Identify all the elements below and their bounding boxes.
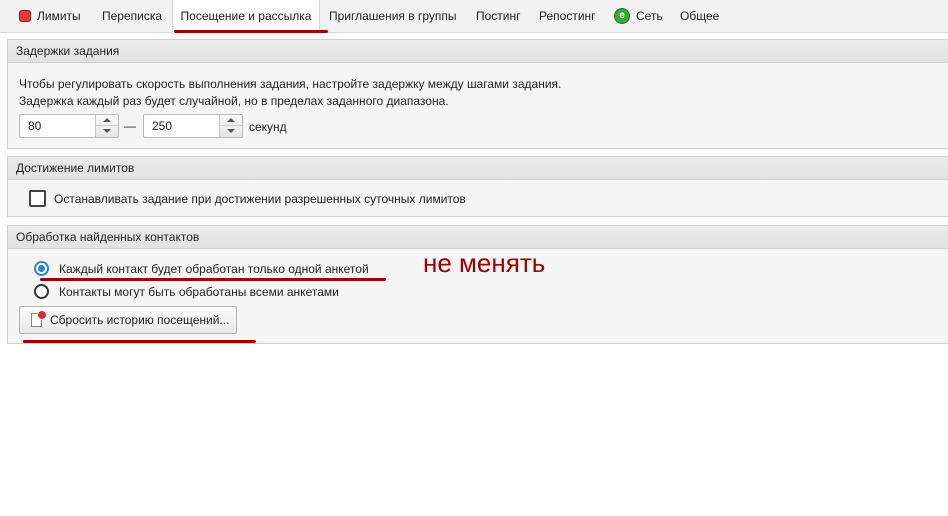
tab-group-invites[interactable]: Приглашения в группы — [329, 0, 457, 32]
network-icon: e — [614, 7, 630, 24]
arrow-up-icon — [103, 118, 111, 122]
tab-posting[interactable]: Постинг — [476, 0, 521, 32]
stop-on-limits-checkbox[interactable] — [29, 190, 46, 207]
range-separator: — — [124, 119, 136, 133]
annotation-text: не менять — [423, 248, 546, 278]
tab-general[interactable]: Общее — [680, 0, 719, 32]
single-profile-radio[interactable] — [34, 261, 49, 276]
max-delay-increment-button[interactable] — [220, 115, 242, 126]
tab-label: Приглашения в группы — [329, 9, 457, 23]
stop-on-limits-label: Останавливать задание при достижении раз… — [54, 192, 466, 206]
annotation-underline-button — [23, 340, 256, 343]
tab-label: Сеть — [636, 9, 663, 23]
tab-limits[interactable]: Лимиты — [19, 0, 81, 32]
tab-reposting[interactable]: Репостинг — [539, 0, 596, 32]
contacts-panel-title: Обработка найденных контактов — [8, 226, 948, 249]
delays-panel: Задержки задания Чтобы регулировать скор… — [7, 39, 948, 149]
reset-visit-history-label: Сбросить историю посещений... — [50, 313, 230, 327]
reset-visit-history-button[interactable]: Сбросить историю посещений... — [19, 306, 237, 334]
tab-label: Посещение и рассылка — [180, 9, 312, 23]
max-delay-spinner[interactable]: 250 — [143, 114, 243, 138]
tab-label: Постинг — [476, 9, 521, 23]
tab-label: Общее — [680, 9, 720, 23]
all-profiles-label: Контакты могут быть обработаны всеми анк… — [59, 285, 339, 299]
all-profiles-radio[interactable] — [34, 284, 49, 299]
max-delay-value: 250 — [152, 119, 173, 133]
tab-label: Переписка — [102, 9, 163, 23]
tab-bar: Лимиты Переписка Посещение и рассылка Пр… — [0, 0, 948, 33]
tab-visits-mailing[interactable]: Посещение и рассылка — [172, 0, 320, 33]
delete-badge-icon — [37, 310, 47, 320]
arrow-up-icon — [227, 118, 235, 122]
limits-panel: Достижение лимитов Останавливать задание… — [7, 156, 948, 217]
tab-highlight-underline — [174, 30, 328, 33]
tab-network[interactable]: e Сеть — [614, 0, 663, 32]
min-delay-spinner[interactable]: 80 — [19, 114, 119, 138]
tab-label: Лимиты — [37, 9, 81, 23]
single-profile-label: Каждый контакт будет обработан только од… — [59, 262, 369, 276]
delays-description-line1: Чтобы регулировать скорость выполнения з… — [19, 77, 562, 91]
contacts-panel: Обработка найденных контактов Каждый кон… — [7, 225, 948, 344]
tab-messages[interactable]: Переписка — [102, 0, 162, 32]
min-delay-decrement-button[interactable] — [96, 126, 118, 137]
max-delay-spinner-buttons — [219, 115, 242, 137]
delay-unit-label: секунд — [249, 120, 287, 134]
min-delay-value: 80 — [28, 119, 42, 133]
min-delay-spinner-buttons — [95, 115, 118, 137]
delays-description-line2: Задержка каждый раз будет случайной, но … — [19, 94, 449, 108]
annotation-underline-option — [40, 278, 386, 281]
limits-icon — [19, 9, 31, 22]
tab-label: Репостинг — [539, 9, 596, 23]
delays-panel-title: Задержки задания — [8, 40, 948, 63]
arrow-down-icon — [103, 129, 111, 133]
min-delay-increment-button[interactable] — [96, 115, 118, 126]
max-delay-decrement-button[interactable] — [220, 126, 242, 137]
arrow-down-icon — [227, 129, 235, 133]
limits-panel-title: Достижение лимитов — [8, 157, 948, 180]
